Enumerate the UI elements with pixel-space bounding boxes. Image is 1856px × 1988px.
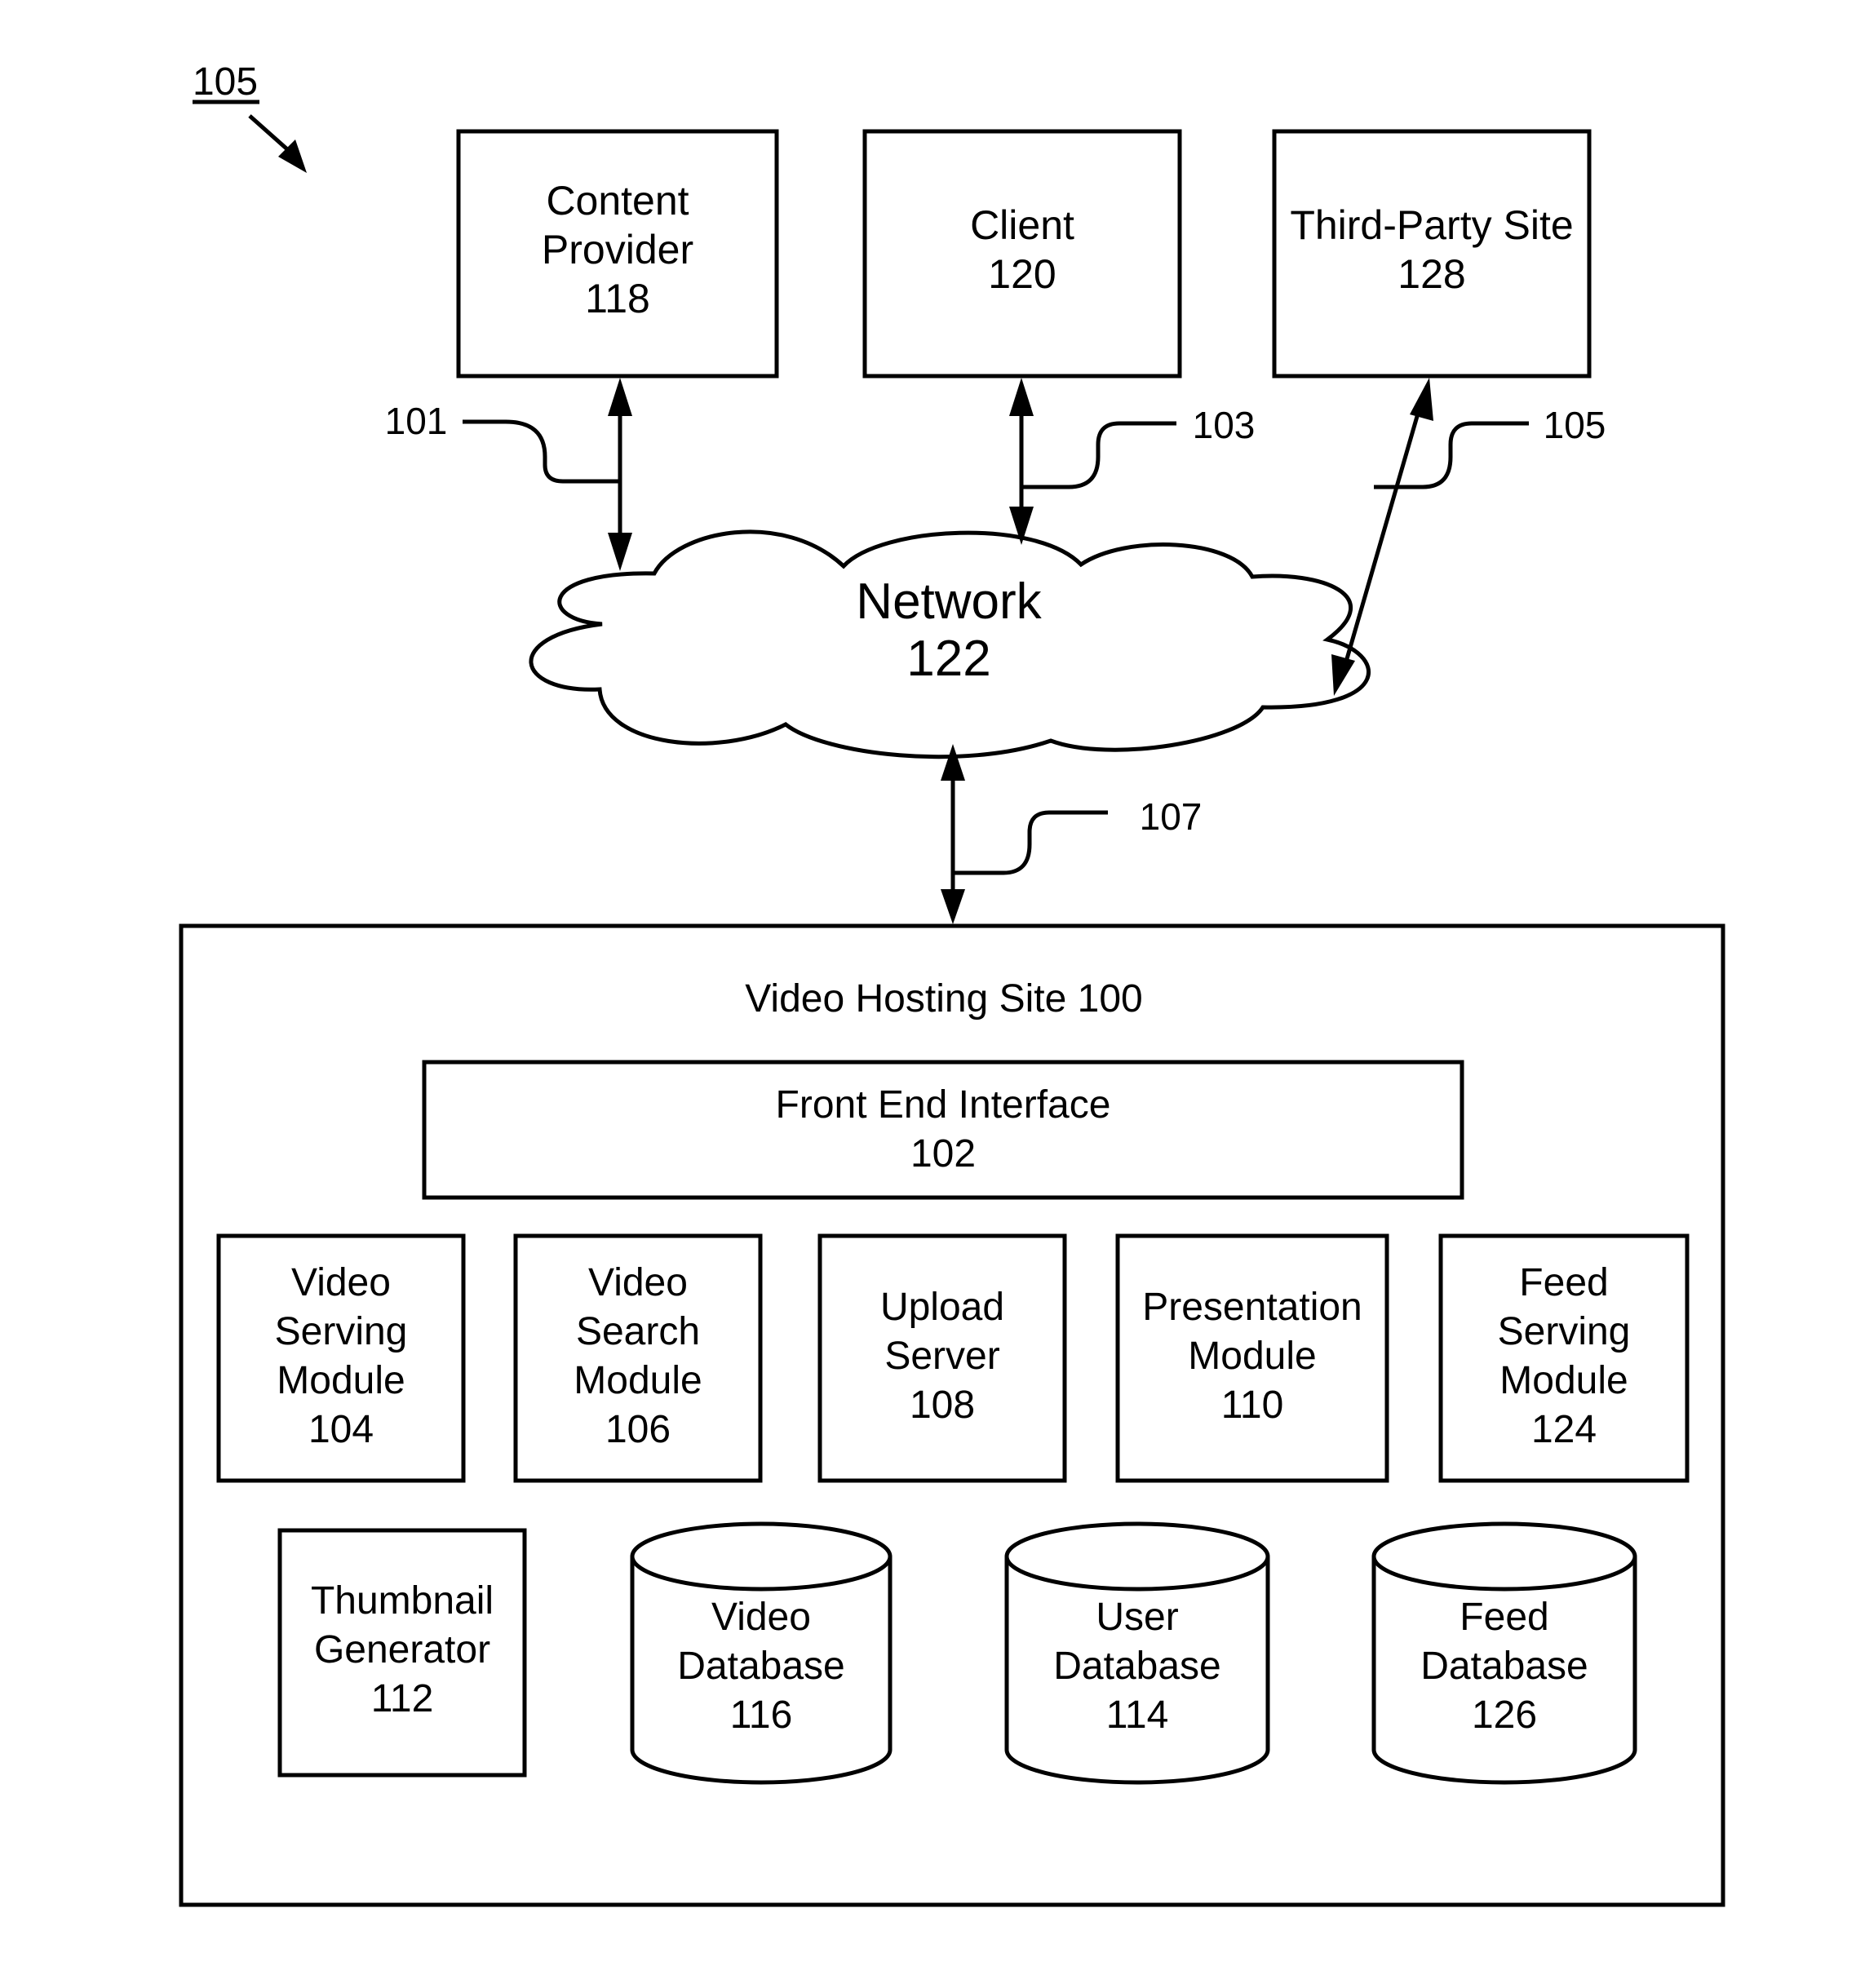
upload-server-line1: Upload [880, 1286, 1004, 1329]
presentation-module-line1: Presentation [1142, 1286, 1362, 1329]
connection-103: 103 [1009, 378, 1255, 545]
feed-serving-module-box: Feed Serving Module 124 [1438, 1233, 1690, 1483]
user-database-cylinder: User Database 114 [1004, 1521, 1270, 1785]
front-end-interface-outline [422, 1060, 1464, 1200]
feed-database-top [1371, 1521, 1637, 1592]
video-database-number: 116 [730, 1694, 793, 1737]
thumbnail-generator-line2: Generator [314, 1628, 490, 1671]
system-diagram: 105 Content Provider 118 Client 120 Thir… [179, 60, 1725, 1907]
network-number: 122 [906, 631, 990, 687]
video-database-line1: Video [711, 1596, 811, 1639]
connection-103-leader [1023, 421, 1176, 489]
video-database-top [630, 1521, 893, 1592]
feed-serving-module-line2: Serving [1498, 1310, 1631, 1353]
video-hosting-site-title: Video Hosting Site 100 [745, 977, 1142, 1021]
video-hosting-site: Video Hosting Site 100 Front End Interfa… [179, 923, 1725, 1907]
upload-server-line2: Server [884, 1335, 999, 1378]
user-database-line2: Database [1053, 1645, 1220, 1688]
connection-101-label: 101 [385, 400, 448, 442]
front-end-interface-box: Front End Interface 102 [422, 1060, 1464, 1200]
upload-server-box: Upload Server 108 [817, 1233, 1067, 1483]
user-database-top [1004, 1521, 1270, 1592]
connection-105-label: 105 [1544, 404, 1606, 446]
figure-reference: 105 [193, 60, 307, 173]
network-label: Network [856, 573, 1042, 630]
connection-105-arrowhead-up-icon [1410, 378, 1433, 421]
video-database-line2: Database [677, 1645, 844, 1688]
feed-database-line2: Database [1420, 1645, 1588, 1688]
user-database-number: 114 [1106, 1694, 1169, 1737]
presentation-module-line2: Module [1188, 1335, 1316, 1378]
content-provider-number: 118 [585, 276, 650, 321]
third-party-site-number: 128 [1398, 251, 1465, 297]
network-cloud: Network 122 [529, 529, 1371, 759]
thumbnail-generator-number: 112 [371, 1677, 434, 1720]
video-serving-module-line3: Module [277, 1359, 405, 1402]
front-end-interface-label: Front End Interface [776, 1083, 1111, 1127]
video-search-module-line2: Search [576, 1310, 700, 1353]
thumbnail-generator-line1: Thumbnail [311, 1579, 494, 1623]
video-search-module-number: 106 [605, 1408, 671, 1451]
client-label: Client [970, 202, 1074, 248]
thumbnail-generator-box: Thumbnail Generator 112 [277, 1528, 527, 1778]
connection-101: 101 [385, 378, 632, 571]
video-search-module-line3: Module [574, 1359, 702, 1402]
feed-database-line1: Feed [1460, 1596, 1548, 1639]
front-end-interface-number: 102 [910, 1132, 976, 1176]
video-search-module-line1: Video [588, 1261, 688, 1304]
content-provider-box: Content Provider 118 [456, 129, 779, 379]
presentation-module-box: Presentation Module 110 [1115, 1233, 1389, 1483]
content-provider-label-line2: Provider [542, 227, 693, 272]
connection-105: 105 [1331, 378, 1606, 696]
video-database-cylinder: Video Database 116 [630, 1521, 893, 1785]
client-box: Client 120 [862, 129, 1182, 379]
connection-101-leader [463, 419, 618, 484]
feed-serving-module-number: 124 [1531, 1408, 1597, 1451]
connection-101-arrowhead-up-icon [608, 378, 632, 416]
feed-serving-module-line1: Feed [1519, 1261, 1608, 1304]
connection-107-arrowhead-down-icon [941, 889, 965, 924]
connection-105-shaft [1342, 407, 1422, 668]
connection-107-label: 107 [1140, 795, 1203, 838]
connection-107-leader [955, 810, 1108, 875]
figure-reference-label: 105 [193, 60, 258, 104]
video-serving-module-line2: Serving [275, 1310, 408, 1353]
video-serving-module-line1: Video [291, 1261, 391, 1304]
presentation-module-number: 110 [1221, 1384, 1284, 1427]
video-serving-module-number: 104 [308, 1408, 374, 1451]
connection-103-label: 103 [1193, 404, 1256, 446]
connection-107: 107 [941, 744, 1202, 924]
feed-serving-module-line3: Module [1499, 1359, 1628, 1402]
video-serving-module-box: Video Serving Module 104 [216, 1233, 466, 1483]
user-database-line1: User [1096, 1596, 1178, 1639]
feed-database-number: 126 [1472, 1694, 1537, 1737]
client-number: 120 [988, 251, 1056, 297]
upload-server-number: 108 [910, 1384, 975, 1427]
connection-105-leader [1374, 421, 1529, 489]
third-party-site-label: Third-Party Site [1290, 202, 1573, 248]
connection-101-arrowhead-down-icon [608, 533, 632, 571]
connection-103-arrowhead-up-icon [1009, 378, 1034, 416]
content-provider-label-line1: Content [546, 178, 689, 224]
video-search-module-box: Video Search Module 106 [513, 1233, 763, 1483]
feed-database-cylinder: Feed Database 126 [1371, 1521, 1637, 1785]
third-party-site-box: Third-Party Site 128 [1272, 129, 1592, 379]
